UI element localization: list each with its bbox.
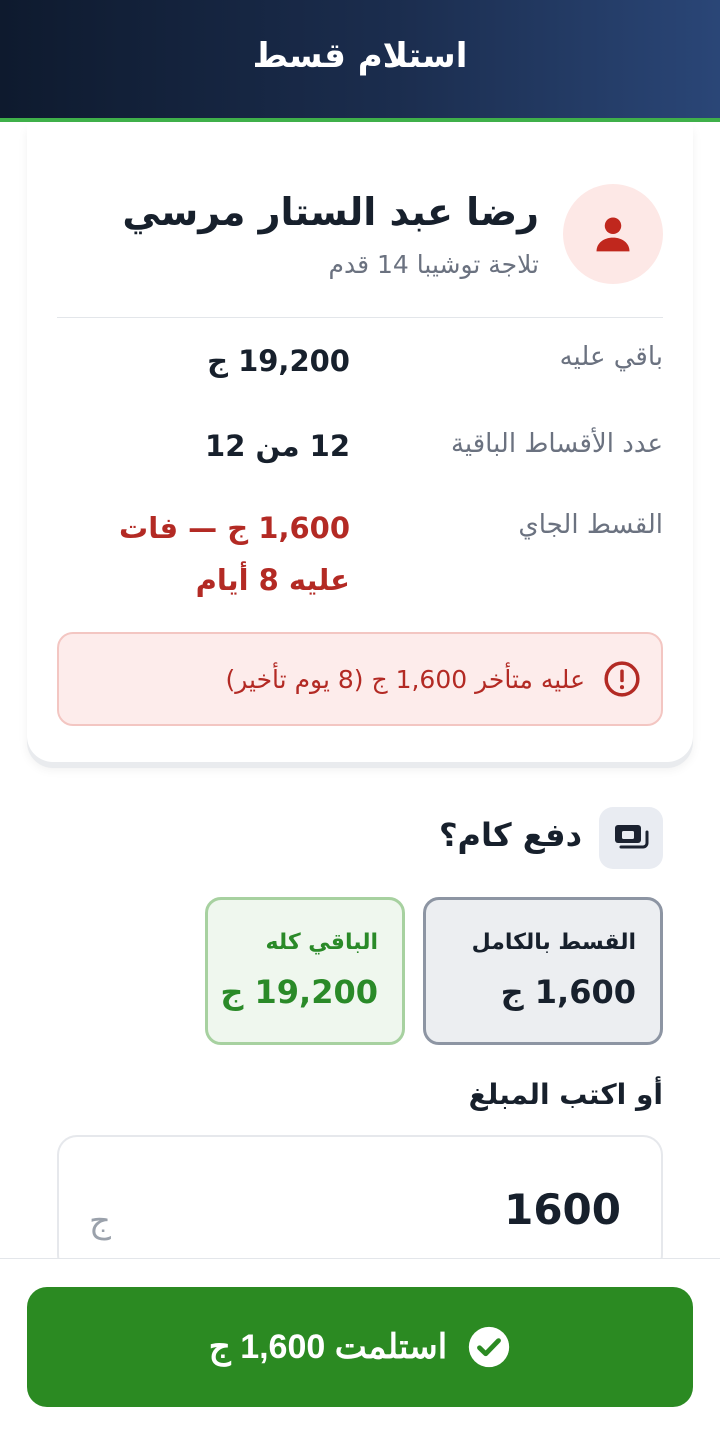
app-header: استلام قسط (0, 0, 720, 122)
alert-text: عليه متأخر 1,600 ج (8 يوم تأخير) (225, 664, 586, 694)
option-label: الباقي كله (265, 930, 378, 955)
payment-section-title: دفع كام؟ (438, 816, 582, 854)
confirm-payment-button[interactable]: استلمت 1,600 ج (27, 1287, 693, 1407)
installments-left-value: 12 من 12 (205, 429, 350, 463)
customer-name: رضا عبد الستار مرسي (122, 190, 539, 234)
option-label: القسط بالكامل (471, 930, 636, 955)
remaining-value: 19,200 ج (207, 344, 350, 378)
avatar (563, 184, 663, 284)
amount-input[interactable] (201, 1185, 621, 1234)
bottom-action-bar: استلمت 1,600 ج (0, 1258, 720, 1440)
amount-field: ج (57, 1135, 663, 1275)
overdue-alert: عليه متأخر 1,600 ج (8 يوم تأخير) (57, 632, 663, 726)
option-full-installment[interactable]: القسط بالكامل 1,600 ج (423, 897, 663, 1045)
next-installment-label: القسط الجاي (518, 510, 663, 540)
remaining-label: باقي عليه (559, 342, 663, 372)
user-icon (596, 217, 630, 252)
custom-amount-label: أو اكتب المبلغ (468, 1078, 663, 1111)
option-value: 1,600 ج (500, 973, 636, 1011)
option-value: 19,200 ج (220, 973, 378, 1011)
check-circle-icon (469, 1326, 510, 1368)
customer-product: تلاجة توشيبا 14 قدم (328, 250, 539, 279)
option-full-balance[interactable]: الباقي كله 19,200 ج (205, 897, 405, 1045)
next-installment-value: 1,600 ج — فات عليه 8 أيام (119, 511, 350, 597)
divider (57, 317, 663, 318)
money-icon (599, 807, 663, 869)
page-title: استلام قسط (252, 36, 468, 76)
currency-suffix: ج (89, 1201, 111, 1241)
confirm-label: استلمت 1,600 ج (208, 1328, 448, 1366)
customer-card: رضا عبد الستار مرسي تلاجة توشيبا 14 قدم … (27, 122, 693, 762)
installments-left-label: عدد الأقساط الباقية (450, 429, 663, 459)
alert-circle-icon (604, 661, 640, 697)
